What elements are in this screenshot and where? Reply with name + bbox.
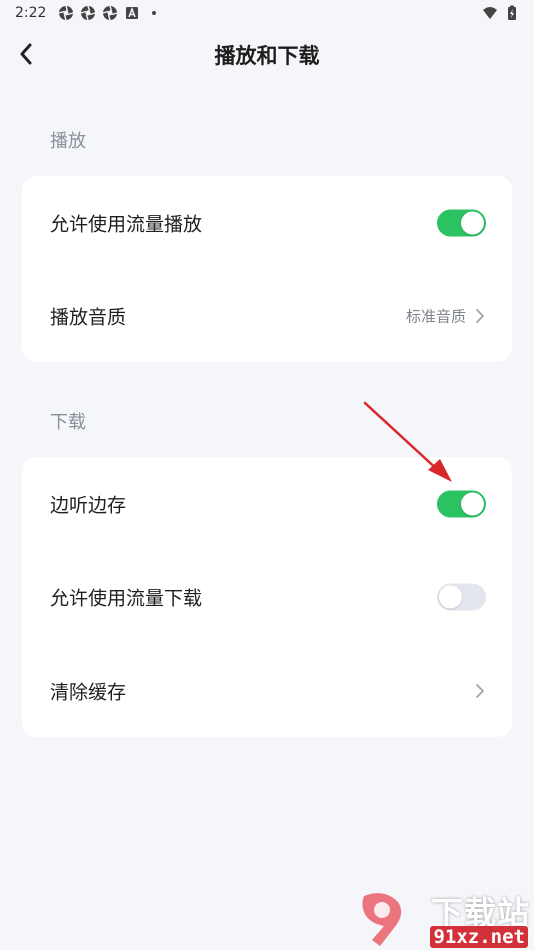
setting-row-allow-mobile-data-playback[interactable]: 允许使用流量播放 <box>22 176 512 269</box>
setting-row-allow-mobile-data-download[interactable]: 允许使用流量下载 <box>22 550 512 643</box>
playback-settings-card: 允许使用流量播放 播放音质 标准音质 <box>22 176 512 362</box>
status-icons-left <box>58 5 156 21</box>
setting-row-clear-cache[interactable]: 清除缓存 <box>22 644 512 737</box>
setting-label: 允许使用流量下载 <box>50 587 203 609</box>
toggle-knob <box>461 211 484 234</box>
top-app-bar: 播放和下载 <box>0 28 534 84</box>
font-app-icon <box>126 6 138 19</box>
setting-row-playback-quality[interactable]: 播放音质 标准音质 <box>22 269 512 362</box>
cache-while-listening-toggle[interactable] <box>437 490 486 517</box>
watermark-emblem-icon <box>362 893 402 946</box>
setting-label: 允许使用流量播放 <box>50 213 203 235</box>
wifi-icon <box>483 7 497 19</box>
setting-label: 边听边存 <box>50 494 127 516</box>
download-settings-card: 边听边存 允许使用流量下载 清除缓存 <box>22 457 512 737</box>
setting-label: 清除缓存 <box>50 681 127 703</box>
chevron-right-icon <box>476 308 484 323</box>
more-notifications-dot-icon <box>152 11 156 15</box>
setting-label: 播放音质 <box>50 306 127 328</box>
section-label-playback: 播放 <box>50 131 86 152</box>
setting-row-cache-while-listening[interactable]: 边听边存 <box>22 457 512 550</box>
app-notification-icon <box>102 5 118 21</box>
status-time: 2:22 <box>15 5 47 21</box>
playback-quality-value: 标准音质 <box>405 307 466 325</box>
app-notification-icon <box>58 5 74 21</box>
status-bar: 2:22 <box>0 0 534 28</box>
page-title: 播放和下载 <box>214 44 320 68</box>
battery-charging-icon <box>508 5 516 20</box>
watermark-logo: 下载站 91xz.net <box>354 888 534 950</box>
section-label-download: 下载 <box>50 412 86 433</box>
app-notification-icon <box>80 5 96 21</box>
status-icons-right <box>482 5 520 21</box>
toggle-knob <box>461 492 484 515</box>
allow-mobile-data-playback-toggle[interactable] <box>437 209 486 236</box>
chevron-right-icon <box>476 683 484 698</box>
watermark-url: 91xz.net <box>430 926 528 948</box>
toggle-knob <box>439 585 462 608</box>
allow-mobile-data-download-toggle[interactable] <box>437 583 486 610</box>
